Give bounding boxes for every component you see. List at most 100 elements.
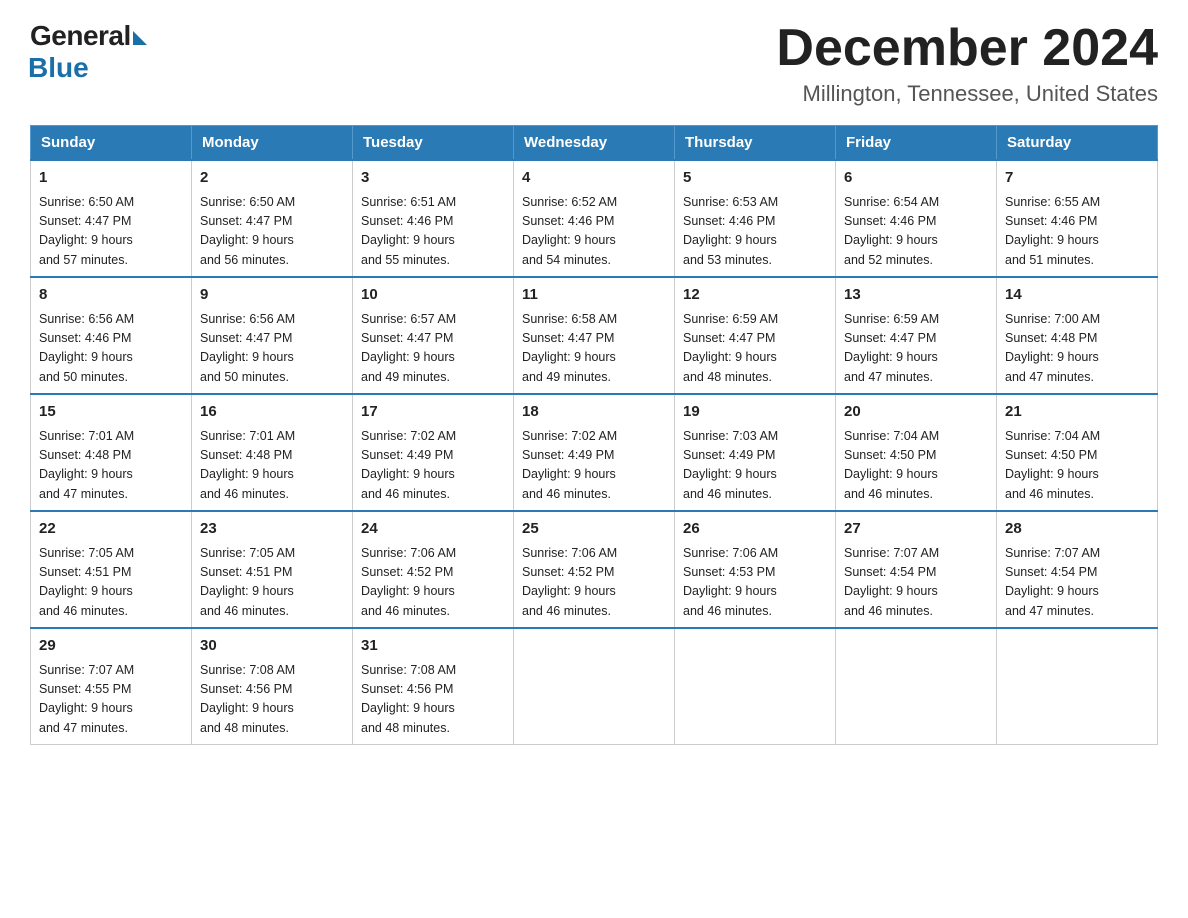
calendar-day-header: Friday <box>836 126 997 161</box>
calendar-day-cell: 9 Sunrise: 6:56 AM Sunset: 4:47 PM Dayli… <box>192 277 353 394</box>
calendar-day-cell: 23 Sunrise: 7:05 AM Sunset: 4:51 PM Dayl… <box>192 511 353 628</box>
day-info: Sunrise: 7:02 AM Sunset: 4:49 PM Dayligh… <box>361 427 505 505</box>
day-info: Sunrise: 7:02 AM Sunset: 4:49 PM Dayligh… <box>522 427 666 505</box>
day-number: 20 <box>844 401 988 424</box>
day-info: Sunrise: 6:56 AM Sunset: 4:47 PM Dayligh… <box>200 310 344 388</box>
day-number: 26 <box>683 518 827 541</box>
day-info: Sunrise: 6:55 AM Sunset: 4:46 PM Dayligh… <box>1005 193 1149 271</box>
calendar-day-cell: 4 Sunrise: 6:52 AM Sunset: 4:46 PM Dayli… <box>514 160 675 277</box>
calendar-day-header: Sunday <box>31 126 192 161</box>
day-number: 18 <box>522 401 666 424</box>
day-info: Sunrise: 6:54 AM Sunset: 4:46 PM Dayligh… <box>844 193 988 271</box>
day-info: Sunrise: 7:05 AM Sunset: 4:51 PM Dayligh… <box>39 544 183 622</box>
calendar-day-cell: 26 Sunrise: 7:06 AM Sunset: 4:53 PM Dayl… <box>675 511 836 628</box>
day-number: 19 <box>683 401 827 424</box>
calendar-day-cell: 14 Sunrise: 7:00 AM Sunset: 4:48 PM Dayl… <box>997 277 1158 394</box>
day-number: 25 <box>522 518 666 541</box>
day-number: 21 <box>1005 401 1149 424</box>
calendar-day-header: Wednesday <box>514 126 675 161</box>
location-subtitle: Millington, Tennessee, United States <box>776 81 1158 107</box>
day-info: Sunrise: 7:01 AM Sunset: 4:48 PM Dayligh… <box>200 427 344 505</box>
day-number: 13 <box>844 284 988 307</box>
calendar-day-cell: 15 Sunrise: 7:01 AM Sunset: 4:48 PM Dayl… <box>31 394 192 511</box>
calendar-day-cell: 24 Sunrise: 7:06 AM Sunset: 4:52 PM Dayl… <box>353 511 514 628</box>
day-number: 30 <box>200 635 344 658</box>
day-info: Sunrise: 6:57 AM Sunset: 4:47 PM Dayligh… <box>361 310 505 388</box>
day-info: Sunrise: 6:59 AM Sunset: 4:47 PM Dayligh… <box>844 310 988 388</box>
calendar-empty-cell <box>675 628 836 745</box>
calendar-day-cell: 7 Sunrise: 6:55 AM Sunset: 4:46 PM Dayli… <box>997 160 1158 277</box>
calendar-day-cell: 18 Sunrise: 7:02 AM Sunset: 4:49 PM Dayl… <box>514 394 675 511</box>
calendar-day-cell: 29 Sunrise: 7:07 AM Sunset: 4:55 PM Dayl… <box>31 628 192 745</box>
calendar-empty-cell <box>514 628 675 745</box>
calendar-day-cell: 20 Sunrise: 7:04 AM Sunset: 4:50 PM Dayl… <box>836 394 997 511</box>
day-info: Sunrise: 6:56 AM Sunset: 4:46 PM Dayligh… <box>39 310 183 388</box>
page-header: General Blue December 2024 Millington, T… <box>30 20 1158 107</box>
day-number: 11 <box>522 284 666 307</box>
calendar-day-cell: 8 Sunrise: 6:56 AM Sunset: 4:46 PM Dayli… <box>31 277 192 394</box>
logo-general-text: General <box>30 20 131 52</box>
calendar-week-row: 15 Sunrise: 7:01 AM Sunset: 4:48 PM Dayl… <box>31 394 1158 511</box>
day-number: 6 <box>844 167 988 190</box>
calendar-day-cell: 27 Sunrise: 7:07 AM Sunset: 4:54 PM Dayl… <box>836 511 997 628</box>
day-info: Sunrise: 7:06 AM Sunset: 4:52 PM Dayligh… <box>522 544 666 622</box>
day-info: Sunrise: 6:53 AM Sunset: 4:46 PM Dayligh… <box>683 193 827 271</box>
calendar-day-header: Monday <box>192 126 353 161</box>
calendar-header-row: SundayMondayTuesdayWednesdayThursdayFrid… <box>31 126 1158 161</box>
day-number: 31 <box>361 635 505 658</box>
day-number: 22 <box>39 518 183 541</box>
calendar-day-header: Tuesday <box>353 126 514 161</box>
day-info: Sunrise: 7:08 AM Sunset: 4:56 PM Dayligh… <box>200 661 344 739</box>
day-number: 16 <box>200 401 344 424</box>
calendar-week-row: 1 Sunrise: 6:50 AM Sunset: 4:47 PM Dayli… <box>31 160 1158 277</box>
day-number: 8 <box>39 284 183 307</box>
day-number: 5 <box>683 167 827 190</box>
logo-blue-text: Blue <box>28 52 89 84</box>
calendar-day-cell: 13 Sunrise: 6:59 AM Sunset: 4:47 PM Dayl… <box>836 277 997 394</box>
day-number: 14 <box>1005 284 1149 307</box>
day-number: 17 <box>361 401 505 424</box>
calendar-day-cell: 30 Sunrise: 7:08 AM Sunset: 4:56 PM Dayl… <box>192 628 353 745</box>
day-info: Sunrise: 7:06 AM Sunset: 4:53 PM Dayligh… <box>683 544 827 622</box>
day-number: 29 <box>39 635 183 658</box>
calendar-day-cell: 2 Sunrise: 6:50 AM Sunset: 4:47 PM Dayli… <box>192 160 353 277</box>
day-number: 4 <box>522 167 666 190</box>
day-number: 28 <box>1005 518 1149 541</box>
calendar-week-row: 22 Sunrise: 7:05 AM Sunset: 4:51 PM Dayl… <box>31 511 1158 628</box>
day-info: Sunrise: 6:58 AM Sunset: 4:47 PM Dayligh… <box>522 310 666 388</box>
logo: General Blue <box>30 20 147 84</box>
day-number: 27 <box>844 518 988 541</box>
calendar-day-header: Thursday <box>675 126 836 161</box>
calendar-week-row: 29 Sunrise: 7:07 AM Sunset: 4:55 PM Dayl… <box>31 628 1158 745</box>
calendar-empty-cell <box>997 628 1158 745</box>
calendar-day-cell: 11 Sunrise: 6:58 AM Sunset: 4:47 PM Dayl… <box>514 277 675 394</box>
calendar-day-cell: 5 Sunrise: 6:53 AM Sunset: 4:46 PM Dayli… <box>675 160 836 277</box>
day-number: 12 <box>683 284 827 307</box>
day-info: Sunrise: 7:07 AM Sunset: 4:55 PM Dayligh… <box>39 661 183 739</box>
day-number: 2 <box>200 167 344 190</box>
day-info: Sunrise: 7:05 AM Sunset: 4:51 PM Dayligh… <box>200 544 344 622</box>
calendar-day-cell: 19 Sunrise: 7:03 AM Sunset: 4:49 PM Dayl… <box>675 394 836 511</box>
calendar-day-cell: 31 Sunrise: 7:08 AM Sunset: 4:56 PM Dayl… <box>353 628 514 745</box>
calendar-day-header: Saturday <box>997 126 1158 161</box>
day-info: Sunrise: 7:01 AM Sunset: 4:48 PM Dayligh… <box>39 427 183 505</box>
day-info: Sunrise: 7:03 AM Sunset: 4:49 PM Dayligh… <box>683 427 827 505</box>
day-info: Sunrise: 7:06 AM Sunset: 4:52 PM Dayligh… <box>361 544 505 622</box>
day-info: Sunrise: 7:07 AM Sunset: 4:54 PM Dayligh… <box>1005 544 1149 622</box>
day-info: Sunrise: 7:00 AM Sunset: 4:48 PM Dayligh… <box>1005 310 1149 388</box>
day-number: 10 <box>361 284 505 307</box>
logo-arrow-icon <box>133 31 147 45</box>
day-info: Sunrise: 6:51 AM Sunset: 4:46 PM Dayligh… <box>361 193 505 271</box>
day-number: 9 <box>200 284 344 307</box>
day-number: 24 <box>361 518 505 541</box>
calendar-day-cell: 25 Sunrise: 7:06 AM Sunset: 4:52 PM Dayl… <box>514 511 675 628</box>
title-section: December 2024 Millington, Tennessee, Uni… <box>776 20 1158 107</box>
day-info: Sunrise: 6:52 AM Sunset: 4:46 PM Dayligh… <box>522 193 666 271</box>
day-number: 1 <box>39 167 183 190</box>
calendar-week-row: 8 Sunrise: 6:56 AM Sunset: 4:46 PM Dayli… <box>31 277 1158 394</box>
calendar-table: SundayMondayTuesdayWednesdayThursdayFrid… <box>30 125 1158 745</box>
calendar-day-cell: 22 Sunrise: 7:05 AM Sunset: 4:51 PM Dayl… <box>31 511 192 628</box>
day-info: Sunrise: 7:08 AM Sunset: 4:56 PM Dayligh… <box>361 661 505 739</box>
calendar-empty-cell <box>836 628 997 745</box>
calendar-day-cell: 1 Sunrise: 6:50 AM Sunset: 4:47 PM Dayli… <box>31 160 192 277</box>
